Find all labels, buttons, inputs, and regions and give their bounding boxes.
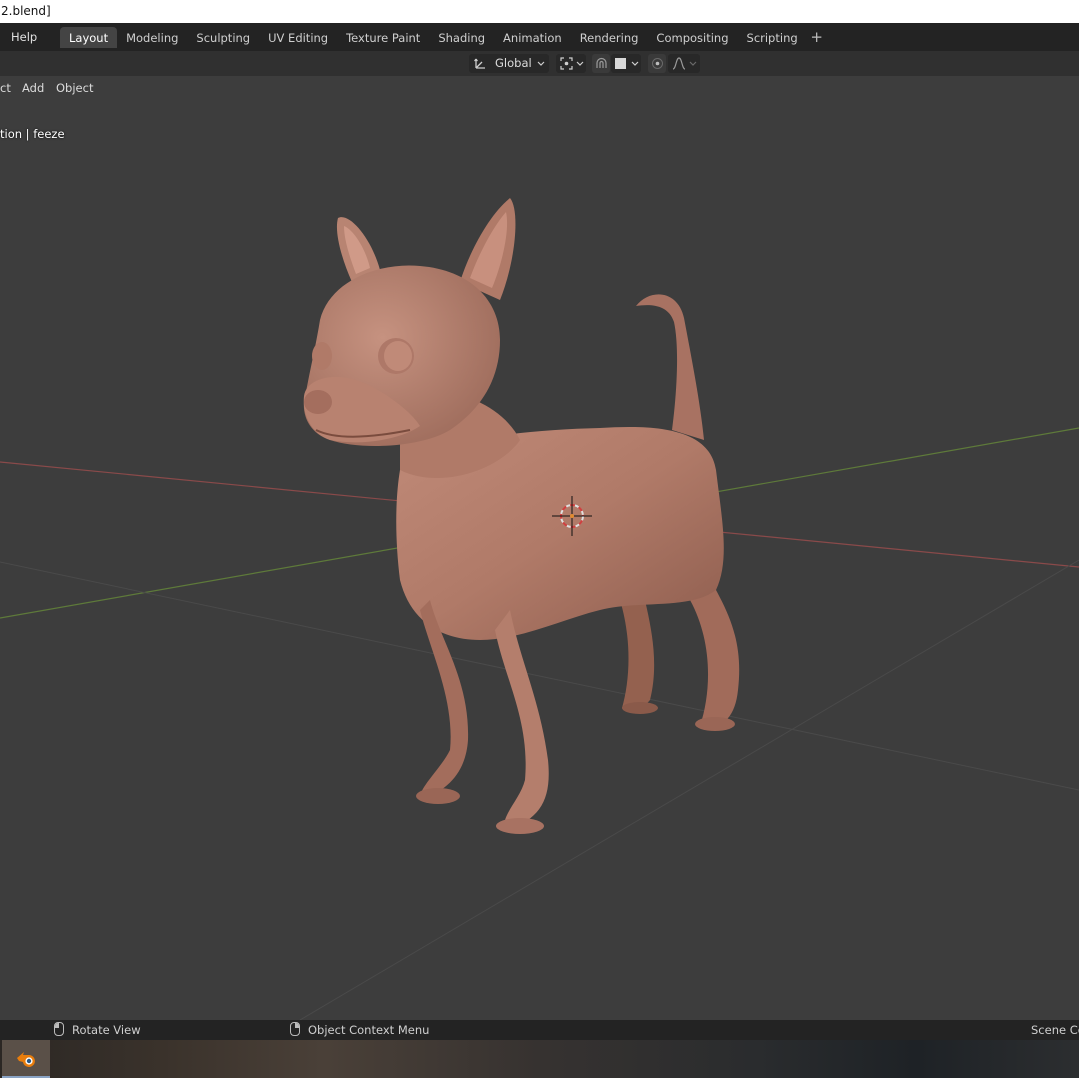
scene-collection-label: Scene Col: [1031, 1023, 1079, 1037]
chevron-down-icon: [631, 61, 639, 66]
snap-icon: [596, 57, 607, 68]
transform-orientation-dropdown[interactable]: Global: [469, 54, 549, 73]
falloff-dropdown[interactable]: [668, 54, 700, 73]
help-menu[interactable]: Help: [4, 27, 44, 47]
pivot-point-icon: [560, 57, 573, 70]
tab-scripting[interactable]: Scripting: [738, 27, 807, 48]
viewport-menu-bar: ct Add Object: [0, 76, 300, 100]
status-bar: Rotate View Object Context Menu Scene Co…: [0, 1020, 1079, 1040]
window-title: 2.blend]: [1, 4, 51, 18]
tab-rendering[interactable]: Rendering: [571, 27, 648, 48]
select-menu-partial[interactable]: ct: [0, 78, 16, 98]
tab-uv-editing[interactable]: UV Editing: [259, 27, 337, 48]
tab-shading[interactable]: Shading: [429, 27, 494, 48]
pivot-point-dropdown[interactable]: [556, 54, 586, 73]
status-context-menu: Object Context Menu: [290, 1020, 429, 1040]
blender-icon: [17, 1052, 35, 1067]
tab-compositing[interactable]: Compositing: [647, 27, 737, 48]
object-menu[interactable]: Object: [51, 78, 98, 98]
workspace-bar: Help Layout Modeling Sculpting UV Editin…: [0, 23, 1079, 51]
rotate-view-label: Rotate View: [72, 1023, 141, 1037]
tab-texture-paint[interactable]: Texture Paint: [337, 27, 429, 48]
3d-viewport[interactable]: [0, 76, 1079, 1020]
tab-modeling[interactable]: Modeling: [117, 27, 187, 48]
window-title-bar: 2.blend]: [0, 0, 1079, 23]
chevron-down-icon: [576, 61, 584, 66]
context-menu-label: Object Context Menu: [308, 1023, 430, 1037]
chevron-down-icon: [689, 61, 697, 66]
snap-target-icon: [615, 58, 626, 69]
orientation-label: Global: [495, 56, 532, 70]
grid-line: [299, 559, 1079, 1020]
viewport-header: Global: [0, 51, 1079, 76]
chihuahua-model[interactable]: [303, 198, 740, 834]
chevron-down-icon: [537, 61, 545, 66]
falloff-icon: [672, 57, 686, 70]
plus-icon[interactable]: +: [807, 27, 827, 48]
workspace-tabs: Layout Modeling Sculpting UV Editing Tex…: [60, 27, 827, 48]
taskbar-blender-button[interactable]: [2, 1040, 50, 1078]
status-rotate-view: Rotate View: [54, 1020, 141, 1040]
tab-sculpting[interactable]: Sculpting: [187, 27, 259, 48]
snap-toggle[interactable]: [592, 54, 610, 73]
proportional-edit-icon: [652, 58, 663, 69]
snap-target-dropdown[interactable]: [611, 54, 641, 73]
tab-animation[interactable]: Animation: [494, 27, 571, 48]
mouse-right-icon: [290, 1022, 300, 1036]
mouse-middle-icon: [54, 1022, 64, 1036]
viewport-overlay-info: tion | feeze: [0, 127, 65, 141]
transform-orientation-icon: [474, 58, 485, 69]
proportional-edit-toggle[interactable]: [648, 54, 666, 73]
add-menu[interactable]: Add: [17, 78, 49, 98]
os-taskbar: [0, 1040, 1079, 1078]
tab-layout[interactable]: Layout: [60, 27, 118, 48]
